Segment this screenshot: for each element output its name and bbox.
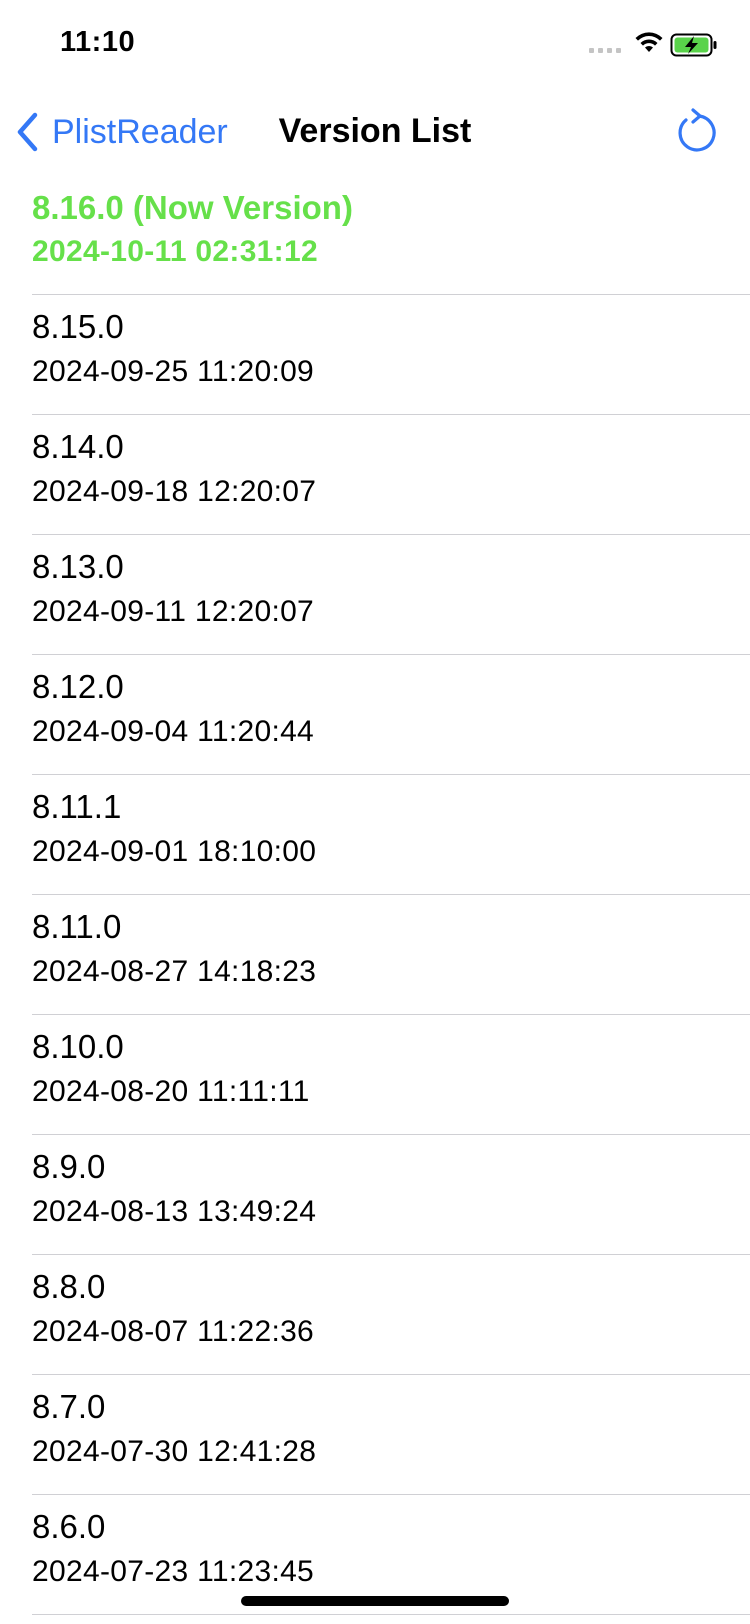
version-label: 8.13.0	[32, 548, 124, 585]
wifi-icon	[635, 32, 663, 52]
list-item[interactable]: 8.13.0 2024-09-11 12:20:07	[32, 535, 750, 655]
version-list: 8.16.0 (Now Version) 2024-10-11 02:31:12…	[0, 177, 750, 1615]
version-label: 8.6.0	[32, 1508, 106, 1545]
list-item[interactable]: 8.12.0 2024-09-04 11:20:44	[32, 655, 750, 775]
version-label: 8.9.0	[32, 1148, 106, 1185]
version-label: 8.10.0	[32, 1028, 124, 1065]
version-label: 8.11.1	[32, 788, 122, 825]
version-date: 2024-09-01 18:10:00	[32, 835, 317, 868]
list-item[interactable]: 8.15.0 2024-09-25 11:20:09	[32, 295, 750, 415]
version-date: 2024-10-11 02:31:12	[32, 235, 318, 268]
status-time: 11:10	[60, 26, 136, 58]
version-date: 2024-08-07 11:22:36	[32, 1315, 315, 1348]
refresh-icon[interactable]	[672, 108, 720, 156]
battery-charging-icon	[670, 33, 717, 57]
home-indicator[interactable]	[241, 1596, 509, 1606]
list-item[interactable]: 8.11.0 2024-08-27 14:18:23	[32, 895, 750, 1015]
version-date: 2024-08-20 11:11:11	[32, 1075, 310, 1108]
version-date: 2024-08-13 13:49:24	[32, 1195, 317, 1228]
list-item[interactable]: 8.10.0 2024-08-20 11:11:11	[32, 1015, 750, 1135]
version-label: 8.14.0	[32, 428, 124, 465]
version-date: 2024-07-23 11:23:45	[32, 1555, 315, 1588]
version-date: 2024-09-25 11:20:09	[32, 355, 315, 388]
list-item[interactable]: 8.9.0 2024-08-13 13:49:24	[32, 1135, 750, 1255]
version-date: 2024-07-30 12:41:28	[32, 1435, 317, 1468]
version-date: 2024-08-27 14:18:23	[32, 955, 317, 988]
list-item-current-version[interactable]: 8.16.0 (Now Version) 2024-10-11 02:31:12	[32, 177, 750, 295]
list-item[interactable]: 8.7.0 2024-07-30 12:41:28	[32, 1375, 750, 1495]
version-label: 8.11.0	[32, 908, 122, 945]
list-item[interactable]: 8.8.0 2024-08-07 11:22:36	[32, 1255, 750, 1375]
version-label: 8.12.0	[32, 668, 124, 705]
version-label: 8.8.0	[32, 1268, 106, 1305]
cellular-signal-icon	[589, 48, 621, 53]
list-item[interactable]: 8.14.0 2024-09-18 12:20:07	[32, 415, 750, 535]
version-label: 8.15.0	[32, 308, 124, 345]
status-bar: 11:10	[0, 0, 750, 90]
page-title-wrapper: Version List	[0, 112, 750, 151]
version-date: 2024-09-11 12:20:07	[32, 595, 315, 628]
page-title: Version List	[278, 112, 472, 150]
version-label: 8.16.0 (Now Version)	[32, 189, 353, 226]
navigation-bar: PlistReader Version List	[0, 96, 750, 168]
version-date: 2024-09-18 12:20:07	[32, 475, 317, 508]
list-item[interactable]: 8.11.1 2024-09-01 18:10:00	[32, 775, 750, 895]
version-label: 8.7.0	[32, 1388, 106, 1425]
version-date: 2024-09-04 11:20:44	[32, 715, 315, 748]
